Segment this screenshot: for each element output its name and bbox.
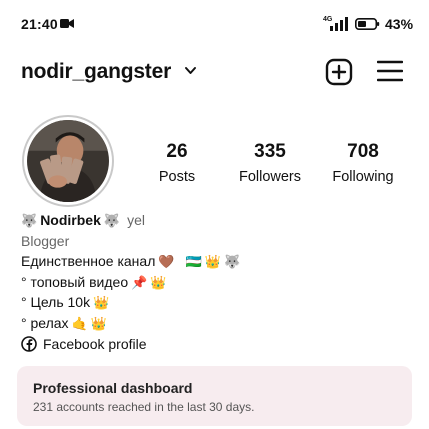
- heart-emoji: 🤎: [158, 253, 175, 269]
- avatar-photo: [27, 120, 109, 202]
- menu-icon[interactable]: [377, 59, 403, 83]
- battery-icon: [355, 18, 380, 30]
- crown-emoji: 👑: [204, 253, 221, 269]
- stat-following[interactable]: 708 Following: [303, 141, 423, 185]
- username-title[interactable]: nodir_gangster: [21, 60, 171, 84]
- bio-category-line: Blogger: [21, 231, 240, 252]
- crown-emoji: 👑: [150, 274, 167, 290]
- bio-text-4: ° релах: [21, 314, 69, 331]
- video-icon: [60, 19, 74, 28]
- status-time: 21:40: [21, 16, 58, 32]
- pronoun: yel: [127, 212, 145, 228]
- crown-emoji: 👑: [90, 315, 107, 331]
- flag-emoji: 🇺🇿: [185, 253, 202, 269]
- status-bar: 21:40 4G 43%: [0, 0, 429, 44]
- following-label: Following: [332, 169, 394, 185]
- add-post-icon[interactable]: [325, 58, 353, 86]
- wolf-emoji: 🐺: [103, 212, 121, 228]
- bio-text-3: ° Цель 10k: [21, 294, 91, 311]
- avatar[interactable]: [22, 115, 114, 207]
- pushpin-emoji: 📌: [131, 274, 148, 290]
- dashboard-title: Professional dashboard: [33, 380, 193, 396]
- bio-line-2: ° топовый видео 📌 👑: [21, 272, 240, 293]
- facebook-icon: [21, 336, 37, 352]
- following-count: 708: [347, 141, 379, 162]
- professional-dashboard[interactable]: Professional dashboard 231 accounts reac…: [17, 366, 412, 426]
- chevron-down-icon[interactable]: [184, 66, 197, 76]
- facebook-link[interactable]: Facebook profile: [21, 334, 240, 355]
- signal-icon: [330, 17, 348, 31]
- wolf-emoji: 🐺: [21, 212, 38, 228]
- category-label: Blogger: [21, 232, 70, 249]
- crown-emoji: 👑: [93, 295, 110, 311]
- bio: 🐺 Nodirbek 🐺 yel Blogger Единственное ка…: [21, 210, 240, 354]
- dashboard-subtitle: 231 accounts reached in the last 30 days…: [33, 400, 255, 414]
- bio-text-2: ° топовый видео: [21, 273, 129, 290]
- display-name: Nodirbek: [40, 212, 101, 228]
- battery-percent: 43%: [385, 16, 414, 32]
- bio-line-1: Единственное канал 🤎 🇺🇿 👑 🐺: [21, 251, 240, 272]
- facebook-link-label: Facebook profile: [43, 335, 147, 352]
- call-me-hand-emoji: 🤙: [71, 315, 88, 331]
- bio-line-4: ° релах 🤙 👑: [21, 313, 240, 334]
- bio-name-line: 🐺 Nodirbek 🐺 yel: [21, 210, 240, 231]
- wolf-emoji: 🐺: [223, 253, 241, 269]
- bio-line-3: ° Цель 10k 👑: [21, 292, 240, 313]
- bio-text-1: Единственное канал: [21, 253, 156, 270]
